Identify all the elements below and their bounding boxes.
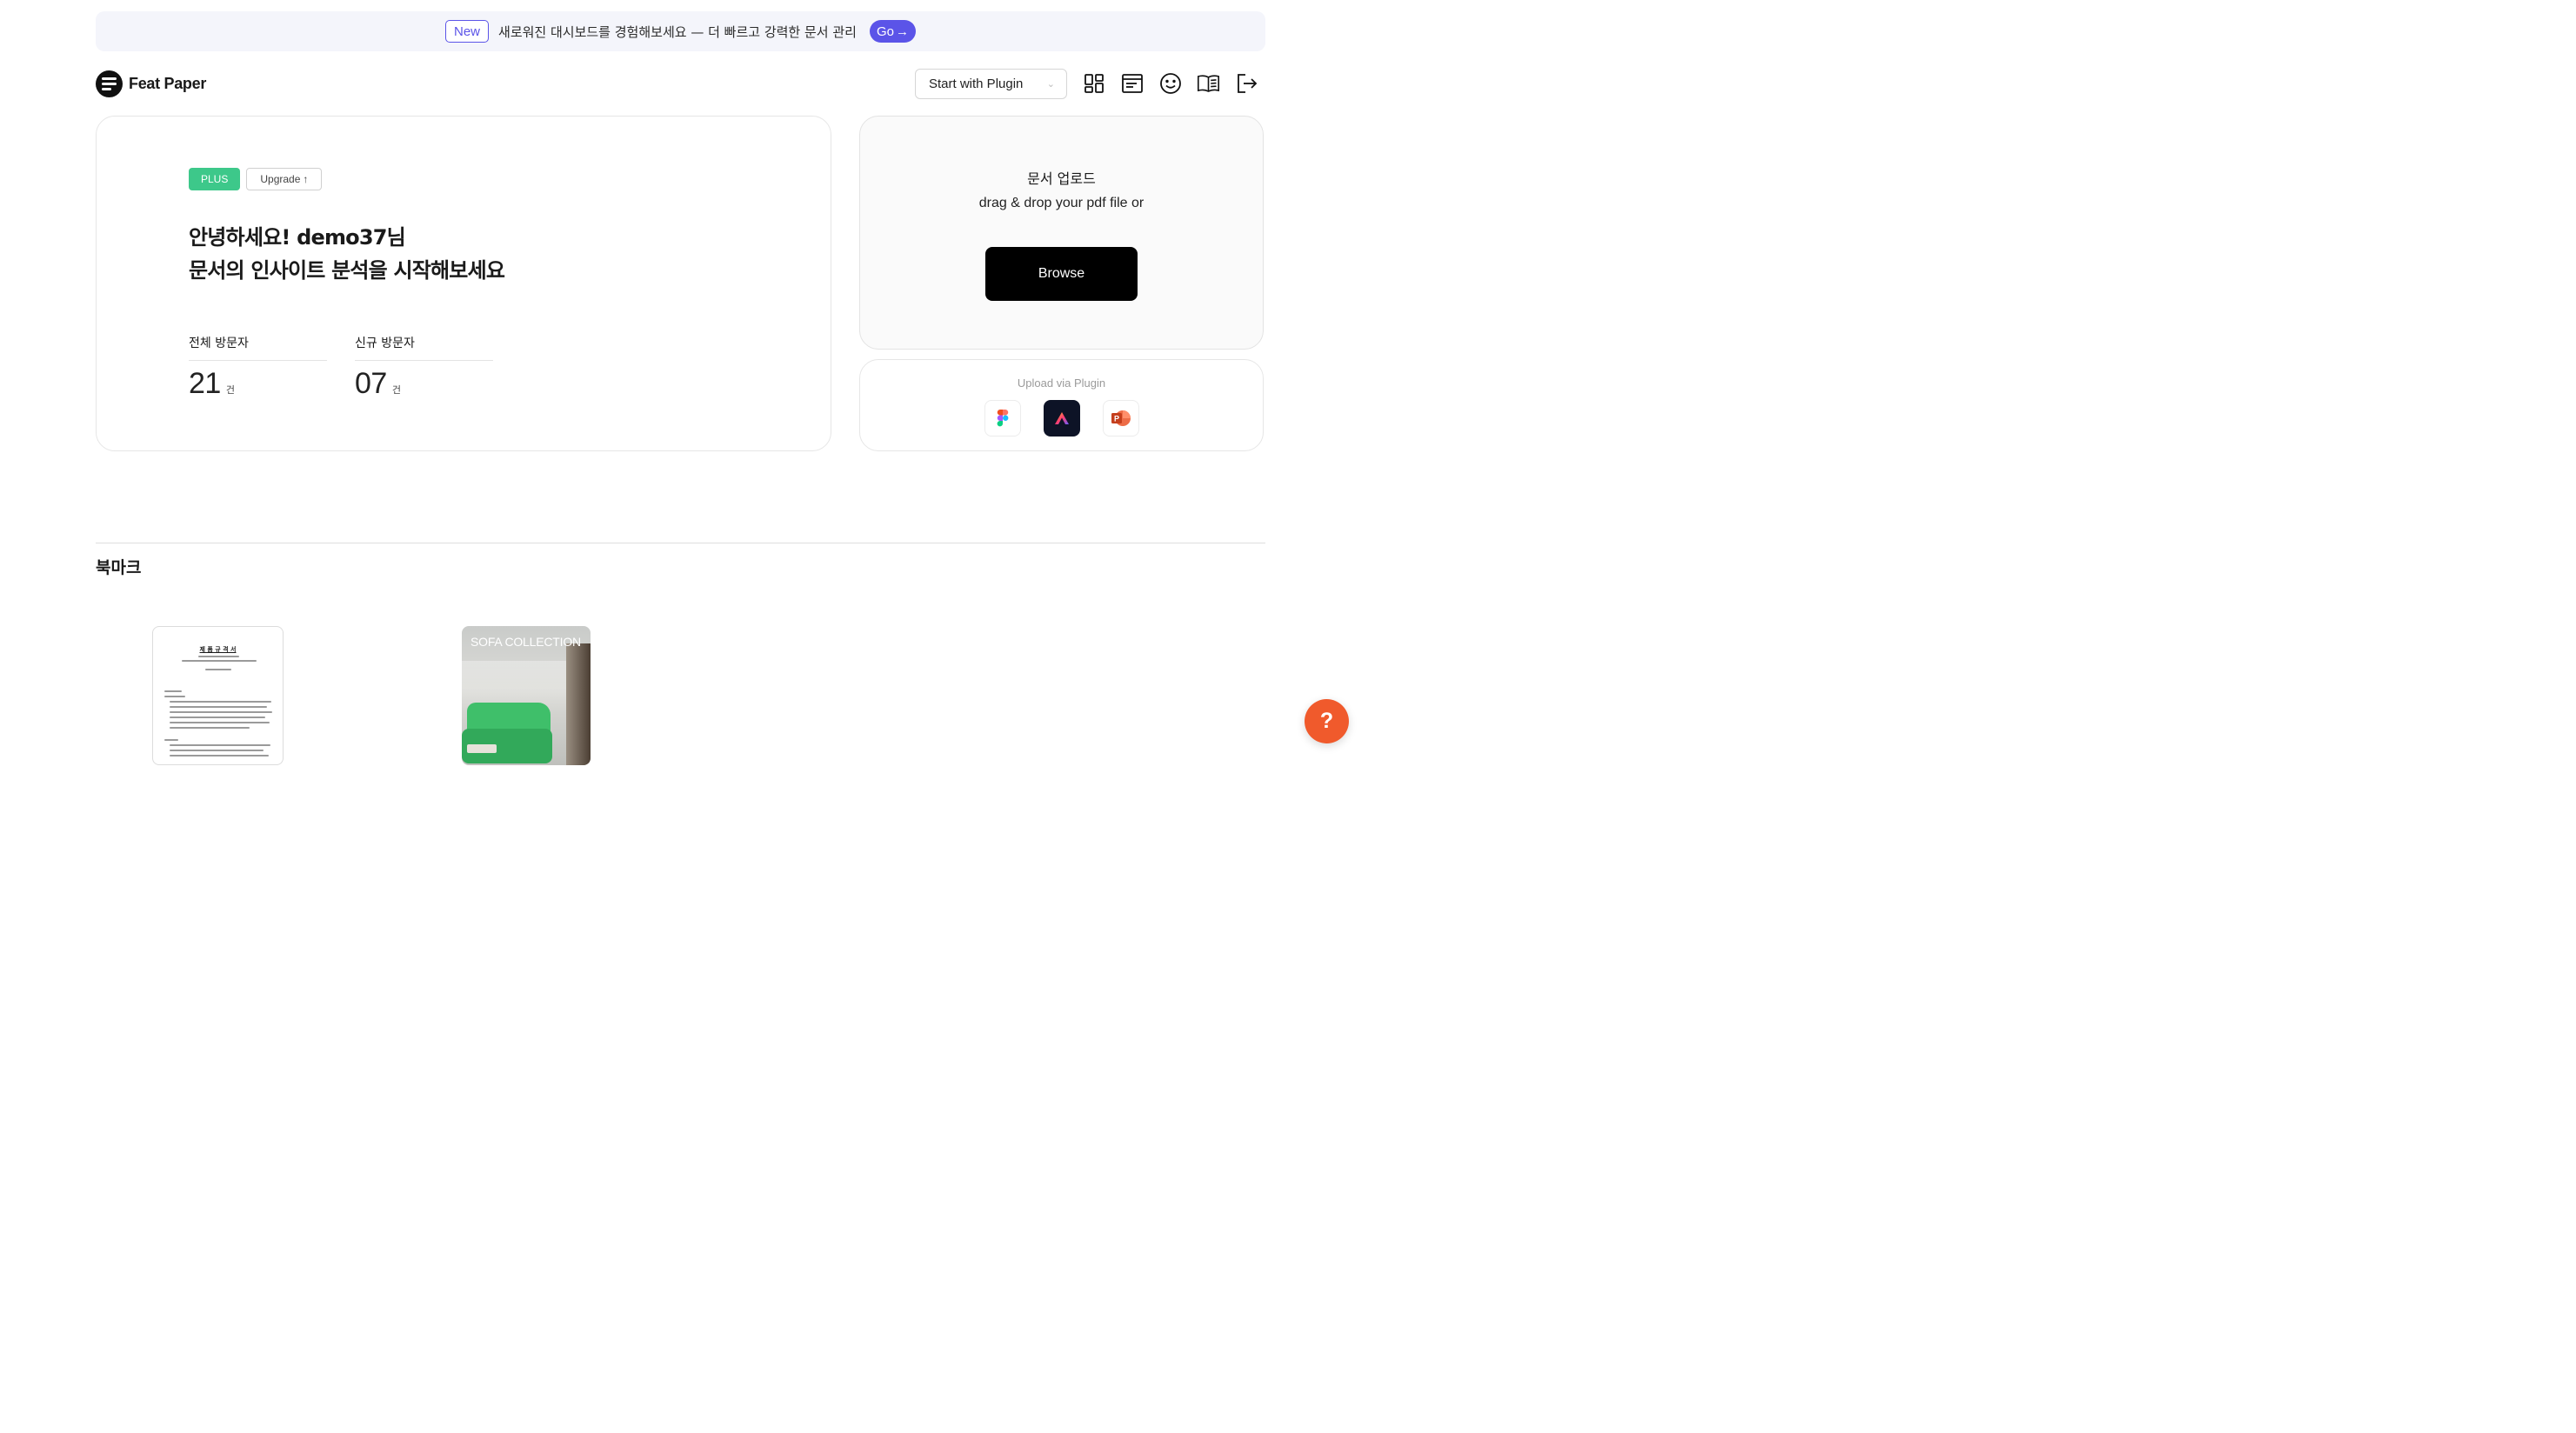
stat-label: 신규 방문자 <box>355 334 493 361</box>
bookmark-document-card[interactable]: 제 품 규 격 서 <box>152 626 284 765</box>
image-caption: SOFA COLLECTION <box>470 635 581 649</box>
logo-icon <box>96 70 123 97</box>
logo[interactable]: Feat Paper <box>96 70 206 97</box>
stat-unit: 건 <box>391 384 401 396</box>
smile-icon[interactable] <box>1158 72 1182 96</box>
stat-label: 전체 방문자 <box>189 334 327 361</box>
greeting-line-1: 안녕하세요! demo37님 <box>189 225 406 250</box>
header-toolbar: Start with Plugin ⌄ <box>915 68 1258 99</box>
upload-title: 문서 업로드 <box>1027 170 1096 187</box>
stat-value: 21 건 <box>189 367 327 401</box>
greeting-line-2: 문서의 인사이트 분석을 시작해보세요 <box>189 258 505 283</box>
book-icon[interactable] <box>1197 72 1220 96</box>
plugin-select-value: Start with Plugin <box>929 76 1024 91</box>
arrow-right-icon: → <box>895 23 909 39</box>
upgrade-label: Upgrade <box>260 173 301 185</box>
plugin-title: Upload via Plugin <box>1017 377 1106 390</box>
plan-badge: PLUS <box>189 168 241 190</box>
logout-icon[interactable] <box>1235 72 1258 96</box>
stat-number: 21 <box>189 367 221 400</box>
chevron-down-icon: ⌄ <box>1046 78 1055 90</box>
grid-icon[interactable] <box>1082 72 1105 96</box>
stat-total-visitors: 전체 방문자 21 건 <box>189 334 327 401</box>
banner-message: 새로워진 대시보드를 경험해보세요 — 더 빠르고 강력한 문서 관리 <box>498 23 857 40</box>
browser-window-icon[interactable] <box>1120 72 1144 96</box>
upgrade-button[interactable]: Upgrade ↑ <box>246 168 323 190</box>
browse-button[interactable]: Browse <box>985 247 1138 301</box>
arrow-up-icon: ↑ <box>303 173 309 185</box>
bookmarks-title: 북마크 <box>96 558 142 577</box>
greeting: 안녕하세요! demo37님 문서의 인사이트 분석을 시작해보세요 <box>189 221 505 287</box>
upload-dropzone[interactable]: 문서 업로드 drag & drop your pdf file or Brow… <box>859 116 1264 350</box>
svg-text:P: P <box>1113 415 1118 423</box>
plugin-icons: P <box>860 400 1263 437</box>
stat-unit: 건 <box>225 384 235 396</box>
header: Feat Paper Start with Plugin ⌄ <box>96 68 1265 99</box>
help-button[interactable]: ? <box>1305 699 1349 743</box>
announcement-banner: New 새로워진 대시보드를 경험해보세요 — 더 빠르고 강력한 문서 관리 … <box>96 11 1265 51</box>
welcome-card: PLUS Upgrade ↑ 안녕하세요! demo37님 문서의 인사이트 분… <box>96 116 831 451</box>
upload-subtitle: drag & drop your pdf file or <box>978 196 1145 210</box>
plugin-upload-card: Upload via Plugin P <box>859 359 1264 451</box>
figma-icon[interactable] <box>984 400 1021 437</box>
powerpoint-icon[interactable]: P <box>1102 400 1139 437</box>
adobe-acrobat-icon[interactable] <box>1043 400 1080 437</box>
room-pillar <box>566 643 591 765</box>
plan-badges: PLUS Upgrade ↑ <box>189 168 323 190</box>
plugin-select[interactable]: Start with Plugin ⌄ <box>915 68 1067 99</box>
bookmark-image-card[interactable]: SOFA COLLECTION <box>462 626 591 765</box>
go-button[interactable]: Go → <box>869 20 916 43</box>
app-name: Feat Paper <box>129 74 207 92</box>
stat-number: 07 <box>355 367 387 400</box>
new-badge: New <box>445 20 490 43</box>
stat-new-visitors: 신규 방문자 07 건 <box>355 334 493 401</box>
stat-value: 07 건 <box>355 367 493 401</box>
document-title: 제 품 규 격 서 <box>199 646 237 653</box>
go-button-label: Go <box>876 23 894 39</box>
